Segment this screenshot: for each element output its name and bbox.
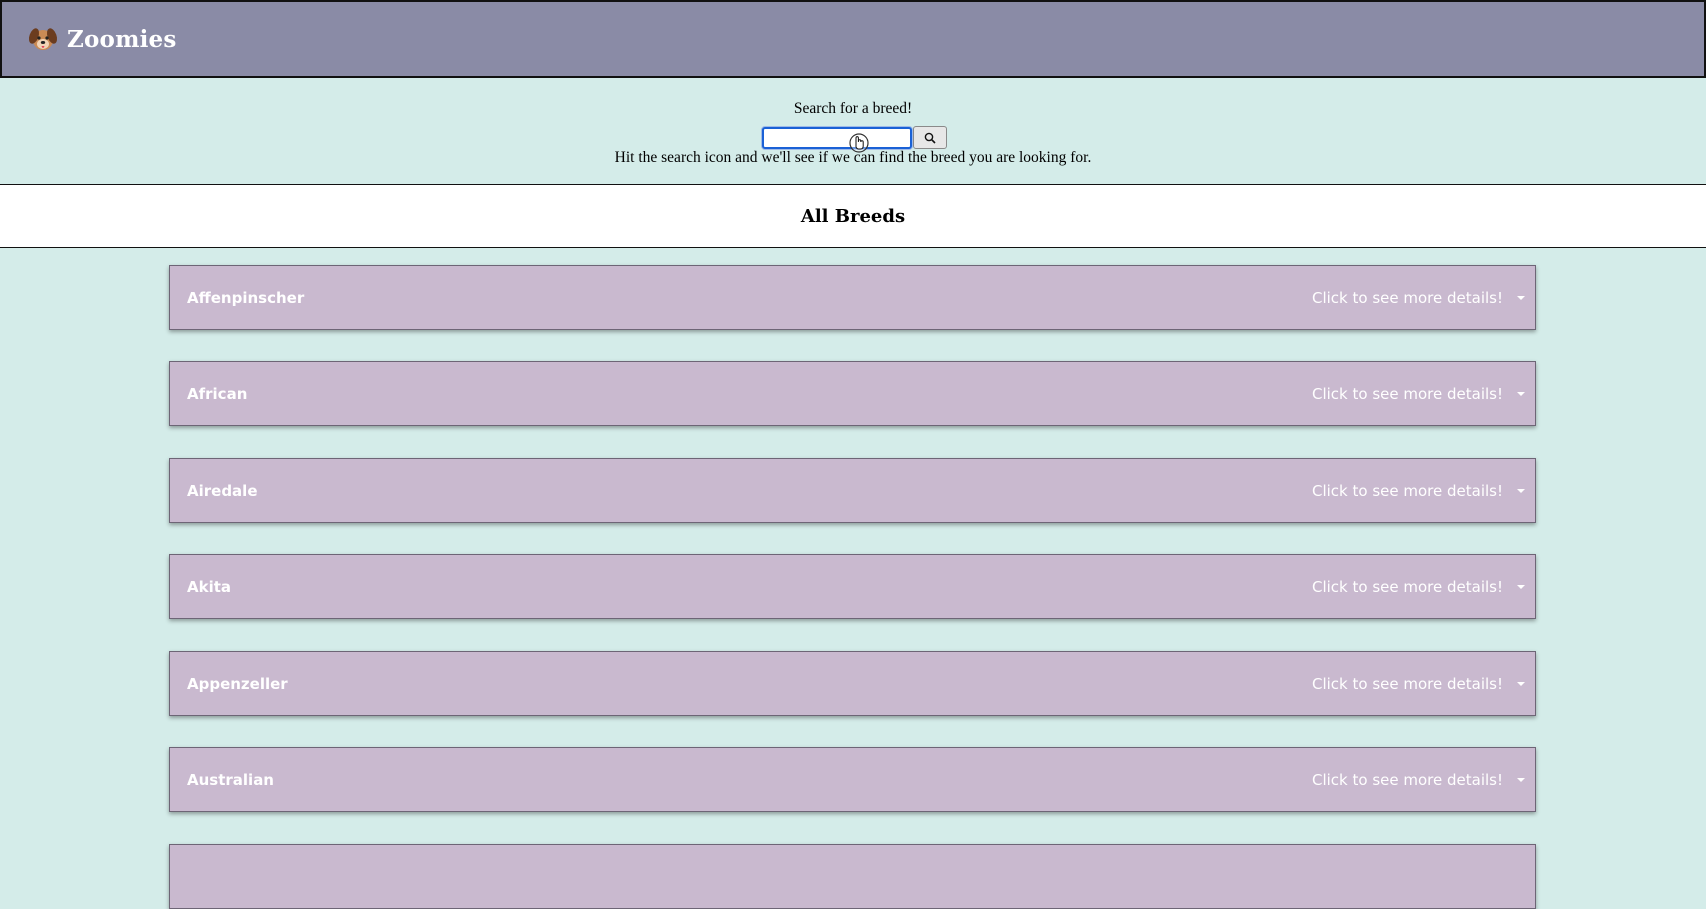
search-hint: Hit the search icon and we'll see if we … bbox=[614, 149, 1092, 166]
breed-name: Appenzeller bbox=[187, 674, 288, 693]
caret-down-icon bbox=[1517, 488, 1525, 493]
app-title[interactable]: Zoomies bbox=[67, 26, 177, 53]
breed-details-hint: Click to see more details! bbox=[1312, 384, 1503, 403]
search-section: Search for a breed! Hit the search icon … bbox=[0, 78, 1706, 184]
section-title: All Breeds bbox=[800, 205, 906, 227]
caret-down-icon bbox=[1517, 777, 1525, 782]
breed-name: Airedale bbox=[187, 481, 258, 500]
breed-name: African bbox=[187, 384, 248, 403]
breed-card[interactable]: Airedale Click to see more details! bbox=[169, 458, 1536, 523]
breed-card[interactable]: Affenpinscher Click to see more details! bbox=[169, 265, 1536, 330]
breed-details-hint: Click to see more details! bbox=[1312, 577, 1503, 596]
app-header: Zoomies bbox=[0, 0, 1706, 78]
breed-card[interactable]: Akita Click to see more details! bbox=[169, 554, 1536, 619]
caret-down-icon bbox=[1517, 584, 1525, 589]
dog-face-icon[interactable] bbox=[27, 23, 59, 55]
breed-details-hint: Click to see more details! bbox=[1312, 770, 1503, 789]
breed-name: Affenpinscher bbox=[187, 288, 305, 307]
search-row bbox=[762, 126, 947, 149]
breed-card[interactable] bbox=[169, 844, 1536, 909]
breed-card[interactable]: African Click to see more details! bbox=[169, 361, 1536, 426]
breed-name: Akita bbox=[187, 577, 232, 596]
magnifier-icon bbox=[924, 132, 936, 144]
caret-down-icon bbox=[1517, 681, 1525, 686]
breed-card[interactable]: Appenzeller Click to see more details! bbox=[169, 651, 1536, 716]
breed-details-hint: Click to see more details! bbox=[1312, 481, 1503, 500]
search-input[interactable] bbox=[762, 126, 912, 149]
search-button[interactable] bbox=[913, 126, 947, 149]
section-header: All Breeds bbox=[0, 184, 1706, 248]
search-prompt: Search for a breed! bbox=[793, 100, 913, 117]
breed-name: Australian bbox=[187, 770, 274, 789]
caret-down-icon bbox=[1517, 295, 1525, 300]
breed-details-hint: Click to see more details! bbox=[1312, 674, 1503, 693]
breed-details-hint: Click to see more details! bbox=[1312, 288, 1503, 307]
caret-down-icon bbox=[1517, 391, 1525, 396]
breed-card[interactable]: Australian Click to see more details! bbox=[169, 747, 1536, 812]
